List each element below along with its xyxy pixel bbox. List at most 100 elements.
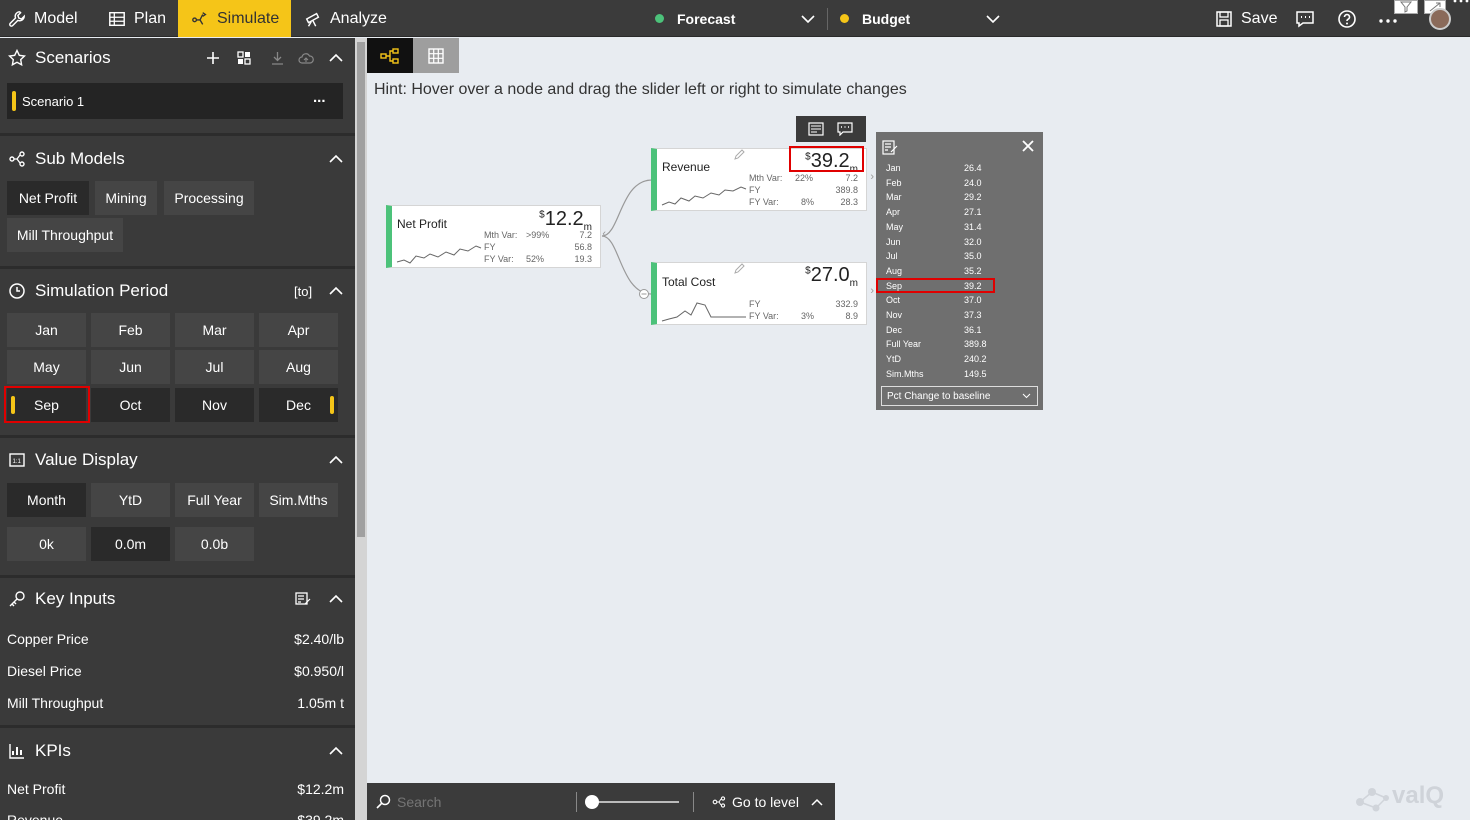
- kpi-revenue[interactable]: Revenue $39.2m: [7, 812, 344, 820]
- go-to-level-label: Go to level: [732, 793, 799, 810]
- visual-more-icon[interactable]: [1452, 0, 1470, 6]
- kpi-value: $39.2m: [297, 812, 344, 820]
- month-sep-label: Sep: [34, 397, 59, 413]
- node-net-profit[interactable]: Net Profit $12.2m Mth Var: >99% 7.2 FY 5…: [386, 205, 606, 268]
- simulation-period-title: Simulation Period: [35, 281, 169, 300]
- node-sparkline: [661, 186, 747, 206]
- sidebar-scroll-thumb[interactable]: [357, 42, 365, 537]
- scale-millions[interactable]: 0.0m: [91, 527, 170, 561]
- chevron-up-icon[interactable]: [329, 453, 343, 467]
- month-dec[interactable]: Dec: [259, 388, 338, 422]
- save-button[interactable]: Save: [1215, 0, 1277, 37]
- list-item: Mar 29.2: [886, 192, 982, 202]
- month-may[interactable]: May: [7, 350, 86, 384]
- download-icon[interactable]: [271, 51, 284, 65]
- node-total-cost[interactable]: Total Cost $27.0m FY 332.9 FY Var: 3% 8.…: [651, 262, 874, 325]
- tab-analyze[interactable]: Analyze: [304, 0, 399, 37]
- node-sparkline: [661, 302, 746, 322]
- value-display-icon: 1:1: [9, 453, 25, 467]
- key-input-label: Mill Throughput: [7, 695, 104, 711]
- month-feb[interactable]: Feb: [91, 313, 170, 347]
- scale-billions[interactable]: 0.0b: [175, 527, 254, 561]
- scale-thousands[interactable]: 0k: [7, 527, 86, 561]
- expand-chevron-icon[interactable]: ›: [870, 285, 874, 297]
- month-oct[interactable]: Oct: [91, 388, 170, 422]
- tab-simulate[interactable]: Simulate: [178, 0, 291, 37]
- display-sim-mths[interactable]: Sim.Mths: [259, 483, 338, 517]
- tab-plan[interactable]: Plan: [108, 0, 178, 37]
- scenario-item[interactable]: Scenario 1 ...: [7, 83, 343, 119]
- list-item: Sim.Mths 149.5: [886, 369, 987, 379]
- chevron-up-icon[interactable]: [329, 744, 343, 758]
- tab-model[interactable]: Model: [8, 0, 98, 37]
- key-input-diesel-price[interactable]: Diesel Price $0.950/l: [7, 663, 344, 679]
- scenario-grid-icon[interactable]: [237, 51, 251, 65]
- node-details-icon[interactable]: [808, 122, 824, 136]
- submodel-mining[interactable]: Mining: [95, 181, 157, 215]
- chevron-up-icon[interactable]: [329, 284, 343, 298]
- node-comment-icon[interactable]: [837, 122, 853, 136]
- key-input-label: Copper Price: [7, 631, 89, 647]
- chevron-up-icon[interactable]: [329, 152, 343, 166]
- pencil-icon[interactable]: [733, 263, 745, 275]
- list-item: Jan 26.4: [886, 163, 982, 173]
- month-aug[interactable]: Aug: [259, 350, 338, 384]
- close-icon[interactable]: [1022, 140, 1034, 152]
- edit-note-icon[interactable]: [882, 139, 898, 155]
- month-sep[interactable]: Sep: [7, 388, 86, 422]
- help-button[interactable]: [1337, 0, 1357, 37]
- submodel-processing[interactable]: Processing: [164, 181, 254, 215]
- month-jul[interactable]: Jul: [175, 350, 254, 384]
- key-input-value: $0.950/l: [294, 663, 344, 679]
- chevron-down-icon: [800, 11, 816, 27]
- cloud-upload-icon[interactable]: [298, 52, 314, 65]
- month-mar[interactable]: Mar: [175, 313, 254, 347]
- period-mode-toggle[interactable]: [to]: [294, 284, 312, 299]
- tree-view-tab[interactable]: [367, 38, 413, 73]
- avatar[interactable]: [1429, 8, 1451, 30]
- key-input-copper-price[interactable]: Copper Price $2.40/lb: [7, 631, 344, 647]
- scenario-label: Scenario 1: [22, 94, 85, 109]
- month-nov[interactable]: Nov: [175, 388, 254, 422]
- display-ytd[interactable]: YtD: [91, 483, 170, 517]
- month-apr[interactable]: Apr: [259, 313, 338, 347]
- filter-icon[interactable]: [1394, 0, 1418, 14]
- list-item: Aug 35.2: [886, 266, 982, 276]
- comments-button[interactable]: [1295, 0, 1315, 37]
- period-end-marker: [330, 396, 334, 414]
- collapse-chevron-icon[interactable]: ‹: [602, 228, 606, 240]
- budget-selector[interactable]: Budget: [840, 0, 1005, 37]
- month-jan[interactable]: Jan: [7, 313, 86, 347]
- sub-models-title: Sub Models: [35, 149, 125, 168]
- tab-analyze-label: Analyze: [330, 9, 387, 27]
- add-scenario-icon[interactable]: [206, 51, 220, 65]
- pct-change-dropdown[interactable]: Pct Change to baseline: [881, 386, 1038, 406]
- tab-model-label: Model: [34, 9, 78, 27]
- display-full-year[interactable]: Full Year: [175, 483, 254, 517]
- submodel-net-profit[interactable]: Net Profit: [7, 181, 89, 215]
- search-input[interactable]: [397, 792, 557, 812]
- display-month[interactable]: Month: [7, 483, 86, 517]
- go-to-level-button[interactable]: Go to level: [712, 783, 823, 820]
- chevron-up-icon[interactable]: [329, 51, 343, 65]
- zoom-slider-handle[interactable]: [585, 795, 599, 809]
- grid-view-tab[interactable]: [413, 38, 459, 73]
- value-display-title: Value Display: [35, 450, 138, 469]
- key-input-mill-throughput[interactable]: Mill Throughput 1.05m t: [7, 695, 344, 711]
- edit-inputs-icon[interactable]: [295, 592, 311, 606]
- forecast-selector[interactable]: Forecast: [655, 0, 820, 37]
- submodel-mill-throughput[interactable]: Mill Throughput: [7, 218, 123, 252]
- zoom-slider-track[interactable]: [589, 801, 679, 803]
- node-revenue[interactable]: Revenue $39.2m Mth Var: 22% 7.2 FY 389.8…: [651, 148, 874, 211]
- node-sparkline: [396, 245, 482, 264]
- chevron-up-icon: [811, 798, 823, 806]
- chevron-up-icon[interactable]: [329, 592, 343, 606]
- pencil-icon[interactable]: [733, 149, 745, 161]
- scenario-color-bar: [12, 91, 16, 111]
- simulate-icon: [191, 10, 209, 28]
- expand-chevron-icon[interactable]: ›: [870, 171, 874, 183]
- kpi-net-profit[interactable]: Net Profit $12.2m: [7, 781, 344, 797]
- forecast-selector-label: Forecast: [677, 10, 736, 27]
- month-jun[interactable]: Jun: [91, 350, 170, 384]
- scenario-menu-button[interactable]: ...: [313, 89, 326, 106]
